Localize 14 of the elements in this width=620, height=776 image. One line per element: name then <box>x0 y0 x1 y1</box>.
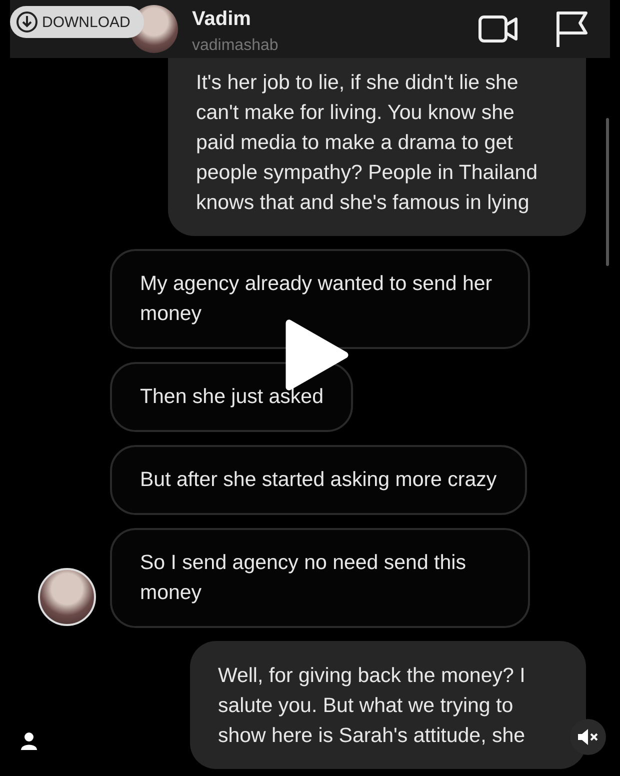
download-button[interactable]: DOWNLOAD <box>10 6 144 38</box>
message-bubble: But after she started asking more crazy <box>110 445 527 515</box>
contact-username: vadimashab <box>192 36 280 54</box>
message-bubble: Well, for giving back the money? I salute you. But what we trying to show here is Sarah's attitude, she <box>190 641 586 769</box>
person-icon[interactable] <box>21 732 37 750</box>
flag-icon[interactable] <box>554 9 590 49</box>
scrollbar[interactable] <box>606 118 609 266</box>
contact-name: Vadim <box>192 8 252 30</box>
message-bubble: Then she just asked <box>110 362 354 432</box>
message-bubble: My agency already wanted to send her money <box>110 249 530 349</box>
download-icon <box>16 11 38 33</box>
message-bubble: So I send agency no need send this money <box>110 528 530 628</box>
video-camera-icon[interactable] <box>478 13 520 45</box>
message-bubble: It's her job to lie, if she didn't lie she can't make for living. You know she paid media to make a drama to get people sympathy? People in Thailand knows that and she's famous in lying <box>168 58 586 236</box>
